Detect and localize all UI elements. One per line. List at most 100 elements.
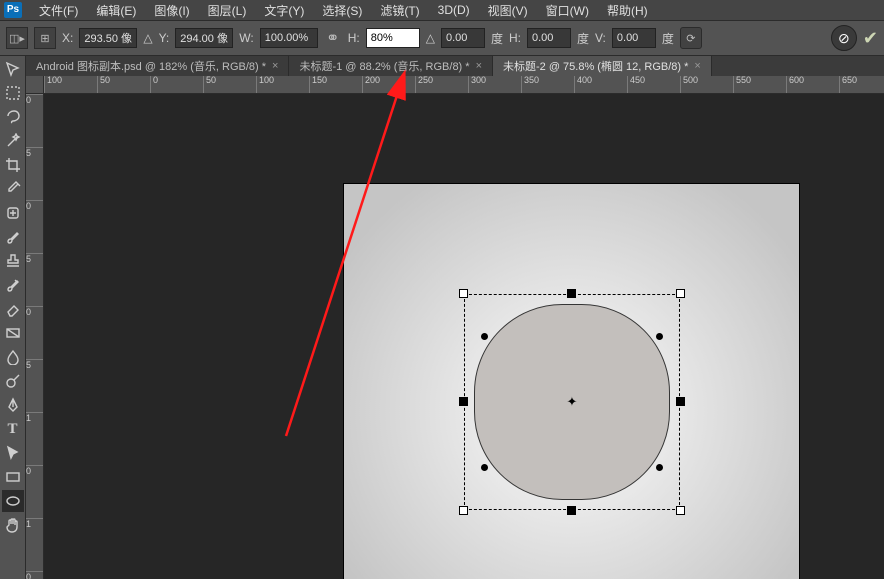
history-brush-tool-icon[interactable] xyxy=(2,274,24,296)
ruler-tick: 350 xyxy=(521,76,539,93)
doc-tab-2[interactable]: 未标题-2 @ 75.8% (椭圆 12, RGB/8) * × xyxy=(493,56,712,76)
ruler-tick: 50 xyxy=(203,76,216,93)
ruler-tick: 150 xyxy=(309,76,327,93)
ruler-tick: 0 xyxy=(26,465,43,476)
ruler-vertical[interactable]: 0505051010 xyxy=(26,94,44,579)
link-icon[interactable]: ⚭ xyxy=(324,29,342,47)
ruler-tick: 0 xyxy=(26,571,43,579)
vskew-label: V: xyxy=(595,31,606,45)
transform-handle-tr[interactable] xyxy=(676,289,685,298)
menu-type[interactable]: 文字(Y) xyxy=(255,2,313,19)
w-label: W: xyxy=(239,31,253,45)
ruler-tick: 0 xyxy=(26,200,43,211)
ruler-horizontal[interactable]: 1005005010015020025030035040045050055060… xyxy=(44,76,884,94)
stamp-tool-icon[interactable] xyxy=(2,250,24,272)
dodge-tool-icon[interactable] xyxy=(2,370,24,392)
ruler-tick: 5 xyxy=(26,147,43,158)
ruler-tick: 250 xyxy=(415,76,433,93)
close-icon[interactable]: × xyxy=(272,60,278,72)
canvas-viewport[interactable]: ✦ xyxy=(44,94,884,579)
ruler-tick: 500 xyxy=(680,76,698,93)
ruler-tick: 550 xyxy=(733,76,751,93)
transform-handle-bl[interactable] xyxy=(459,506,468,515)
transform-handle-tl[interactable] xyxy=(459,289,468,298)
y-input[interactable] xyxy=(175,28,233,48)
ruler-tick: 50 xyxy=(97,76,110,93)
x-input[interactable] xyxy=(79,28,137,48)
brush-tool-icon[interactable] xyxy=(2,226,24,248)
transform-handle-bm[interactable] xyxy=(567,506,576,515)
menu-image[interactable]: 图像(I) xyxy=(145,2,198,19)
h-label: H: xyxy=(348,31,360,45)
rectangle-tool-icon[interactable] xyxy=(2,466,24,488)
menu-help[interactable]: 帮助(H) xyxy=(598,2,657,19)
blur-tool-icon[interactable] xyxy=(2,346,24,368)
close-icon[interactable]: × xyxy=(694,60,700,72)
menu-layer[interactable]: 图层(L) xyxy=(199,2,256,19)
menu-edit[interactable]: 编辑(E) xyxy=(87,2,145,19)
ps-logo: Ps xyxy=(4,2,22,18)
eyedropper-tool-icon[interactable] xyxy=(2,178,24,200)
vskew-input[interactable] xyxy=(612,28,656,48)
interpolation-icon[interactable]: ⟳ xyxy=(680,27,702,49)
doc-tab-label: 未标题-1 @ 88.2% (音乐, RGB/8) * xyxy=(299,58,469,74)
ruler-tick: 100 xyxy=(256,76,274,93)
hskew-label: H: xyxy=(509,31,521,45)
tool-bar: T xyxy=(0,56,26,579)
magic-wand-tool-icon[interactable] xyxy=(2,130,24,152)
ruler-tick: 650 xyxy=(839,76,857,93)
close-icon[interactable]: × xyxy=(476,60,482,72)
transform-handle-mr[interactable] xyxy=(676,397,685,406)
marquee-tool-icon[interactable] xyxy=(2,82,24,104)
ruler-tick: 0 xyxy=(26,94,43,105)
w-input[interactable] xyxy=(260,28,318,48)
ruler-tick: 1 xyxy=(26,412,43,423)
delta-icon[interactable]: △ xyxy=(143,31,152,45)
ruler-tick: 1 xyxy=(26,518,43,529)
ruler-tick: 600 xyxy=(786,76,804,93)
transform-handle-br[interactable] xyxy=(676,506,685,515)
type-tool-icon[interactable]: T xyxy=(2,418,24,440)
menu-3d[interactable]: 3D(D) xyxy=(429,3,479,17)
work-area: 1005005010015020025030035040045050055060… xyxy=(26,76,884,579)
reference-point-icon[interactable]: ⊞ xyxy=(34,27,56,49)
cancel-transform-button[interactable]: ⊘ xyxy=(831,25,857,51)
doc-tab-label: 未标题-2 @ 75.8% (椭圆 12, RGB/8) * xyxy=(503,58,688,74)
menu-window[interactable]: 窗口(W) xyxy=(537,2,598,19)
ruler-tick: 0 xyxy=(26,306,43,317)
doc-tab-1[interactable]: 未标题-1 @ 88.2% (音乐, RGB/8) * × xyxy=(289,56,493,76)
eraser-tool-icon[interactable] xyxy=(2,298,24,320)
angle-unit: 度 xyxy=(491,30,503,47)
pen-tool-icon[interactable] xyxy=(2,394,24,416)
menu-file[interactable]: 文件(F) xyxy=(30,2,87,19)
transform-box[interactable]: ✦ xyxy=(464,294,680,510)
doc-tab-0[interactable]: Android 图标副本.psd @ 182% (音乐, RGB/8) * × xyxy=(26,56,289,76)
transform-handle-tm[interactable] xyxy=(567,289,576,298)
h-input[interactable] xyxy=(366,28,420,48)
options-bar: ◫▸ ⊞ X: △ Y: W: ⚭ H: △ 度 H: 度 V: 度 ⟳ ⊘ ✔ xyxy=(0,20,884,56)
ruler-tick: 100 xyxy=(44,76,62,93)
doc-tab-label: Android 图标副本.psd @ 182% (音乐, RGB/8) * xyxy=(36,58,266,74)
gradient-tool-icon[interactable] xyxy=(2,322,24,344)
menu-select[interactable]: 选择(S) xyxy=(313,2,371,19)
hskew-unit: 度 xyxy=(577,30,589,47)
transform-center-icon[interactable]: ✦ xyxy=(565,395,579,409)
move-tool-icon[interactable] xyxy=(2,58,24,80)
menu-bar: Ps 文件(F) 编辑(E) 图像(I) 图层(L) 文字(Y) 选择(S) 滤… xyxy=(0,0,884,20)
ruler-tick: 200 xyxy=(362,76,380,93)
menu-filter[interactable]: 滤镜(T) xyxy=(371,2,428,19)
healing-brush-tool-icon[interactable] xyxy=(2,202,24,224)
menu-view[interactable]: 视图(V) xyxy=(479,2,537,19)
ruler-tick: 5 xyxy=(26,359,43,370)
ellipse-tool-icon[interactable] xyxy=(2,490,24,512)
hskew-input[interactable] xyxy=(527,28,571,48)
angle-input[interactable] xyxy=(441,28,485,48)
hand-tool-icon[interactable] xyxy=(2,514,24,536)
transform-tool-icon[interactable]: ◫▸ xyxy=(6,27,28,49)
transform-handle-ml[interactable] xyxy=(459,397,468,406)
crop-tool-icon[interactable] xyxy=(2,154,24,176)
commit-transform-button[interactable]: ✔ xyxy=(863,28,878,49)
lasso-tool-icon[interactable] xyxy=(2,106,24,128)
vskew-unit: 度 xyxy=(662,30,674,47)
path-selection-tool-icon[interactable] xyxy=(2,442,24,464)
